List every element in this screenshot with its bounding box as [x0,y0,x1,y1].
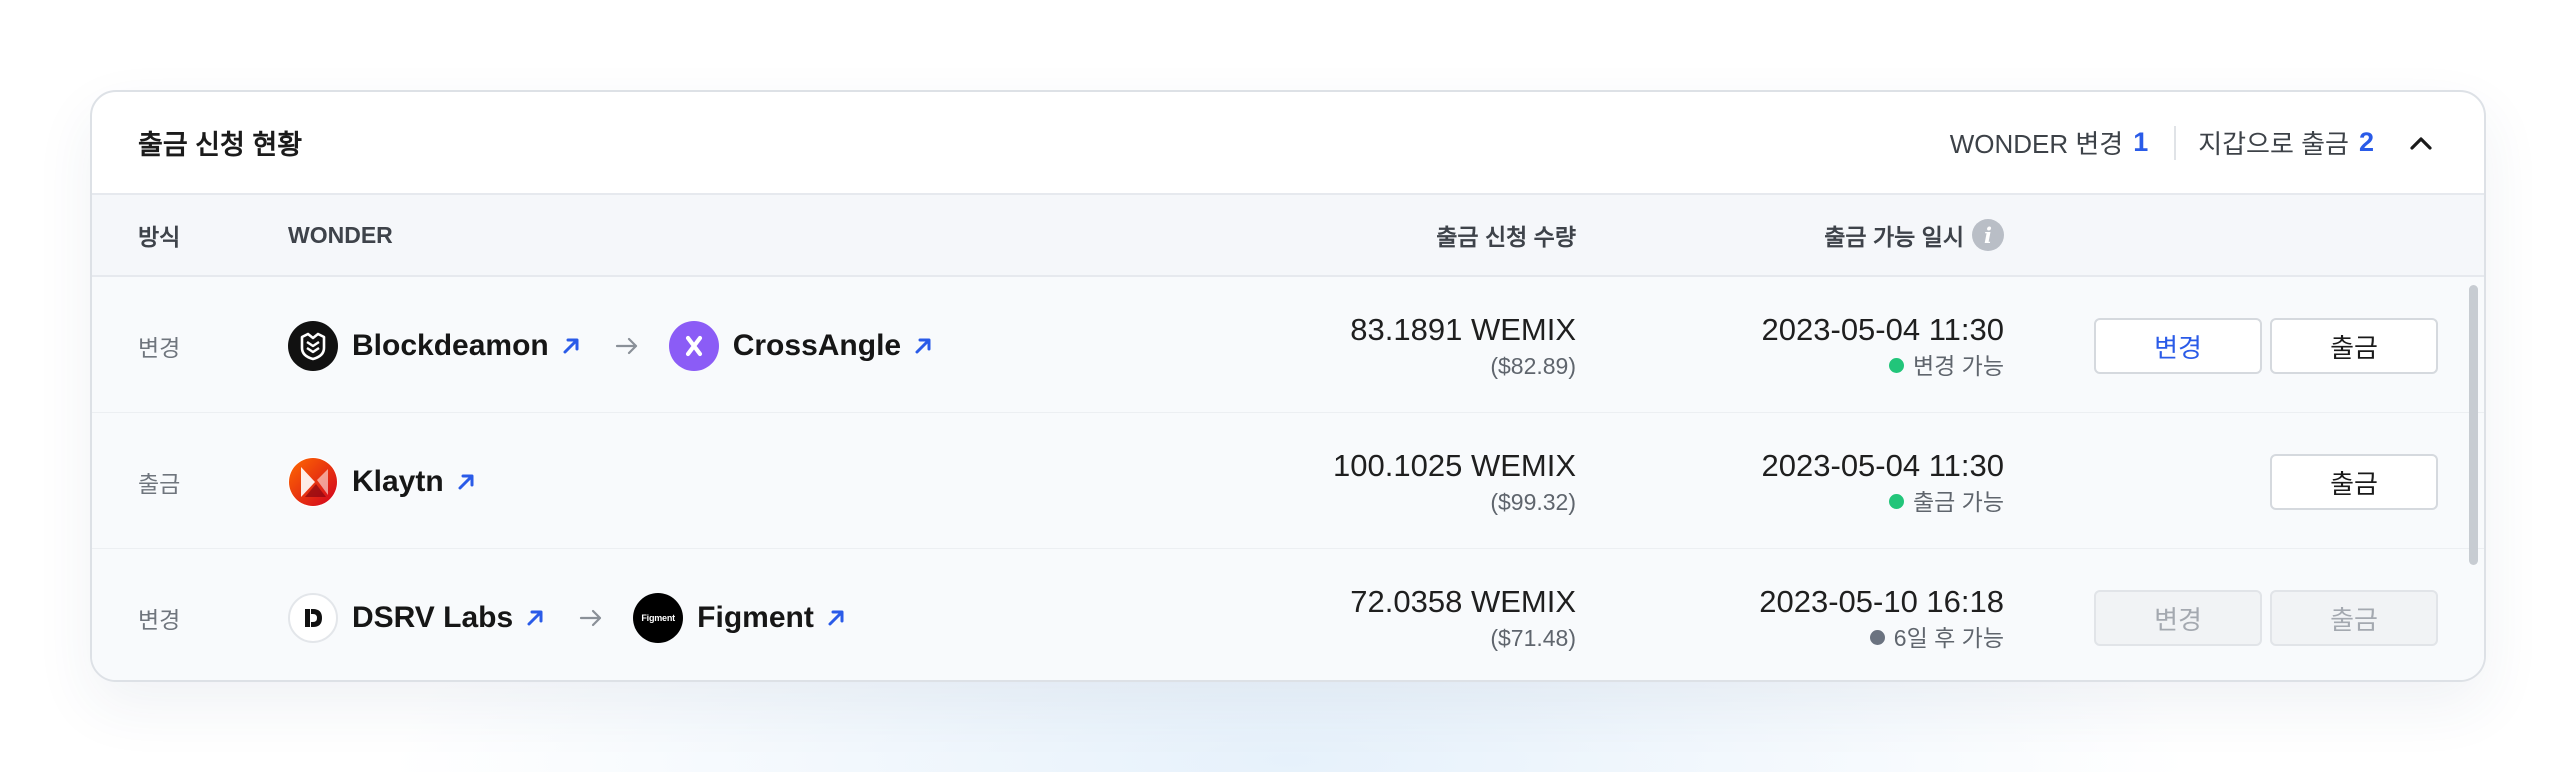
summary-counts: WONDER 변경 1 지갑으로 출금 2 [1950,124,2438,161]
method-cell: 변경 [138,606,181,633]
klaytn-logo-icon [288,456,338,507]
status-text: 출금 가능 [1912,488,2004,515]
amount-cell: 83.1891 WEMIX ($82.89) [1350,277,1576,414]
available-date: 2023-05-04 11:30 [1761,447,2004,483]
date-cell: 2023-05-04 11:30 출금 가능 [1762,413,2004,550]
from-validator: Blockdeamon [288,320,581,371]
table-row: 출금 Klaytn 100.1025 WEMIX ($99.32) 2023-0… [92,413,2484,550]
status-badge: 출금 가능 [1888,487,2004,517]
to-validator: Figment Figment [633,592,846,643]
blockdaemon-logo-icon [288,320,338,371]
withdrawal-status-panel: 출금 신청 현황 WONDER 변경 1 지갑으로 출금 2 방식 WONDER… [90,90,2486,682]
chevron-up-icon [2410,136,2432,150]
wallet-withdraw-count: 2 [2358,127,2374,157]
status-dot [1869,630,1885,645]
status-dot [1888,358,1904,373]
panel-header: 출금 신청 현황 WONDER 변경 1 지갑으로 출금 2 [92,92,2484,195]
column-header-available-date: 출금 가능 일시 i [1824,195,2004,275]
amount-usd: ($71.48) [1490,624,1576,651]
withdraw-button[interactable]: 출금 [2270,454,2438,510]
external-link-icon[interactable] [826,608,846,628]
info-icon[interactable]: i [1972,219,2004,251]
amount-value: 83.1891 WEMIX [1350,311,1576,347]
validator-name: DSRV Labs [352,600,514,634]
method-cell: 변경 [138,334,181,361]
table-row: 변경 Blockdeamon CrossAngle 83.1891 WEMIX … [92,277,2484,414]
column-header-wonder: WONDER [288,221,393,248]
wonder-change-label: WONDER 변경 [1949,129,2124,159]
withdraw-button[interactable]: 출금 [2270,318,2438,374]
amount-cell: 100.1025 WEMIX ($99.32) [1333,413,1576,550]
figment-logo-icon: Figment [633,592,684,643]
method-cell: 출금 [138,470,181,497]
change-button-disabled[interactable]: 변경 [2094,590,2262,646]
panel-title: 출금 신청 현황 [138,130,303,160]
withdrawal-list: 변경 Blockdeamon CrossAngle 83.1891 WEMIX … [92,277,2484,680]
external-link-icon[interactable] [525,608,545,628]
amount-value: 100.1025 WEMIX [1333,447,1576,483]
wonder-change-count: 1 [2133,127,2149,157]
wonder-cell: DSRV Labs Figment Figment [288,549,846,680]
column-header-amount: 출금 신청 수량 [1436,224,1576,250]
validator-name: Klaytn [352,464,444,498]
figment-logo-text: Figment [641,612,675,623]
status-dot [1888,494,1904,509]
status-text: 6일 후 가능 [1893,624,2004,651]
status-badge: 변경 가능 [1888,351,2004,381]
amount-cell: 72.0358 WEMIX ($71.48) [1350,549,1576,680]
from-validator: DSRV Labs [288,592,545,643]
amount-usd: ($99.32) [1490,488,1576,515]
table-header: 방식 WONDER 출금 신청 수량 출금 가능 일시 i [92,195,2484,277]
wonder-cell: Klaytn [288,413,476,550]
wallet-withdraw-summary: 지갑으로 출금 2 [2198,124,2374,161]
wonder-change-summary: WONDER 변경 1 [1950,124,2149,161]
column-header-method: 방식 [138,224,181,250]
arrow-right-icon [615,337,639,355]
validator-name: Figment [697,600,814,634]
wallet-withdraw-label: 지갑으로 출금 [2198,129,2349,159]
dsrv-logo-icon [288,592,338,643]
external-link-icon[interactable] [561,336,581,356]
validator-name: CrossAngle [732,328,902,362]
status-text: 변경 가능 [1912,352,2004,379]
table-row: 변경 DSRV Labs Figment Figment 72.0358 WEM… [92,549,2484,680]
withdraw-button-disabled[interactable]: 출금 [2270,590,2438,646]
arrow-right-icon [579,609,603,627]
collapse-button[interactable] [2404,126,2438,160]
available-date: 2023-05-04 11:30 [1761,311,2004,347]
to-validator: CrossAngle [668,320,933,371]
scrollbar[interactable] [2469,285,2478,565]
summary-divider [2174,125,2177,160]
change-button[interactable]: 변경 [2094,318,2262,374]
date-cell: 2023-05-10 16:18 6일 후 가능 [1759,549,2004,680]
amount-usd: ($82.89) [1490,352,1576,379]
date-cell: 2023-05-04 11:30 변경 가능 [1762,277,2004,414]
status-badge: 6일 후 가능 [1869,623,2004,653]
available-date-label: 출금 가능 일시 [1824,224,1964,250]
external-link-icon[interactable] [913,336,933,356]
available-date: 2023-05-10 16:18 [1759,583,2004,619]
wonder-cell: Blockdeamon CrossAngle [288,277,933,414]
from-validator: Klaytn [288,456,476,507]
amount-value: 72.0358 WEMIX [1350,583,1576,619]
validator-name: Blockdeamon [352,328,549,362]
external-link-icon[interactable] [456,472,476,492]
crossangle-logo-icon [668,320,719,371]
